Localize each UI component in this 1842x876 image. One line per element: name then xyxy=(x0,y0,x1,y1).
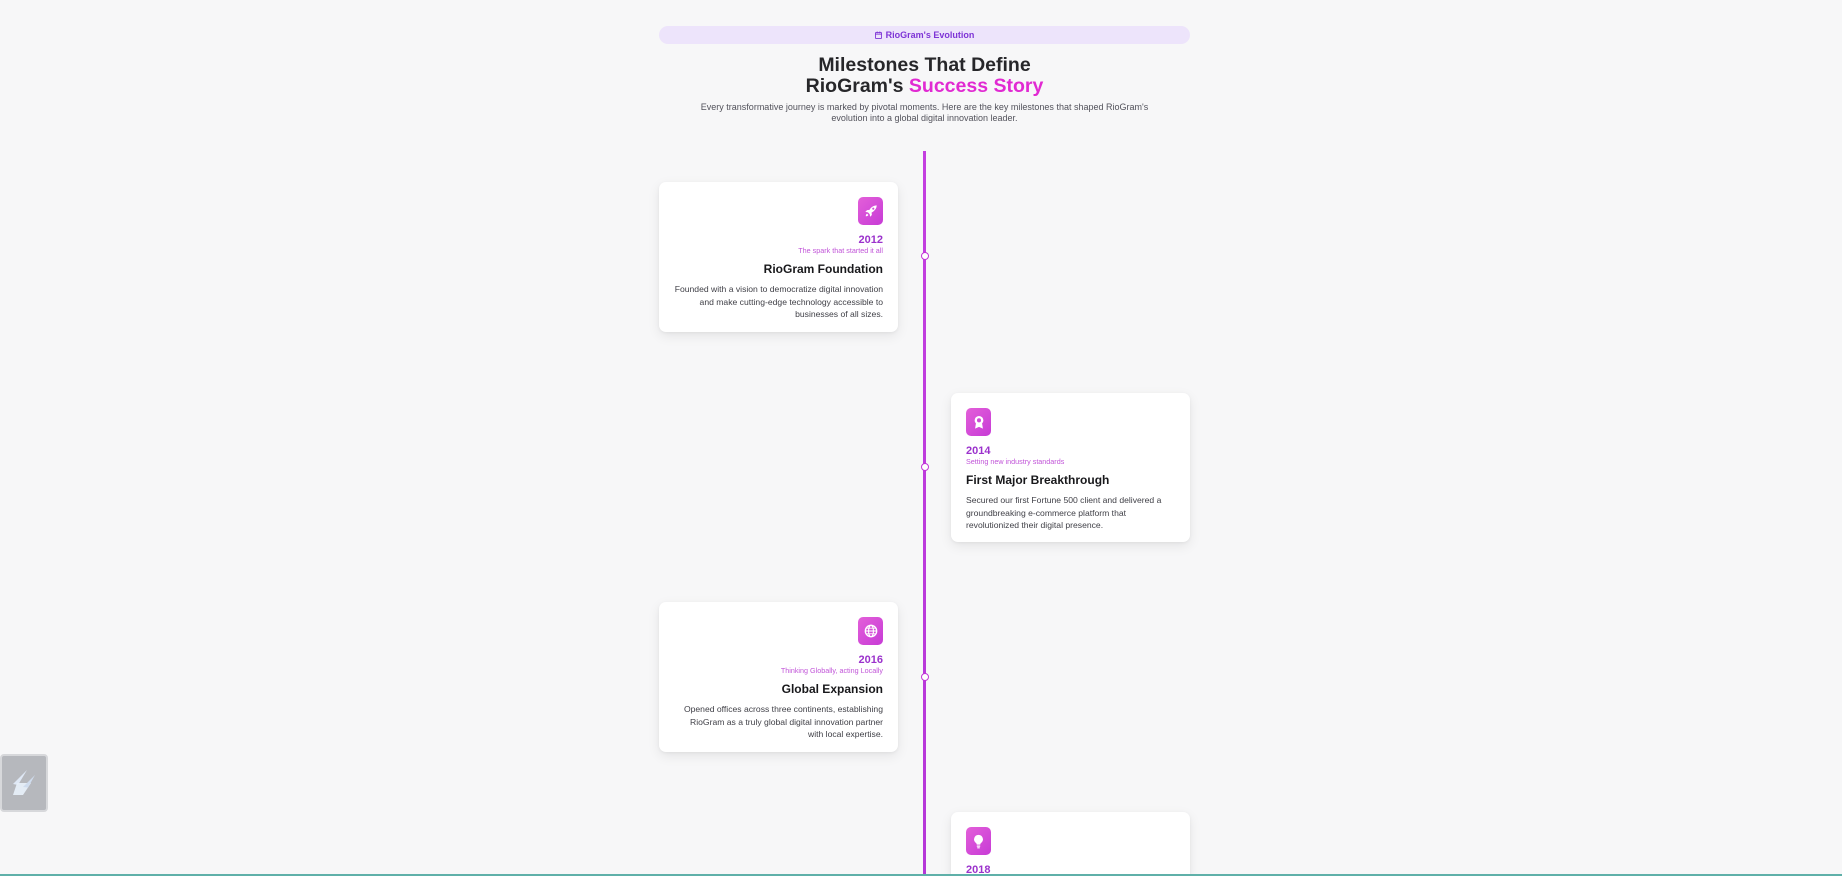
section-badge: RioGram's Evolution xyxy=(659,26,1190,44)
milestone-description: Secured our first Fortune 500 client and… xyxy=(966,495,1162,530)
milestone-tagline: The spark that started it all xyxy=(798,246,883,255)
milestone-description: Founded with a vision to democratize dig… xyxy=(674,284,883,319)
milestone-card: 2012 The spark that started it all RioGr… xyxy=(659,182,898,332)
timeline-dot xyxy=(920,463,929,471)
milestone-year: 2014 xyxy=(966,445,991,457)
milestone-year: 2016 xyxy=(858,654,883,666)
milestone-tagline: Thinking Globally, acting Locally xyxy=(780,666,883,675)
title-line1: Milestones That Define xyxy=(818,54,1031,76)
timeline-dot xyxy=(920,673,929,681)
milestone-card: 2018 xyxy=(951,812,1190,876)
milestone-title: First Major Breakthrough xyxy=(966,473,1110,487)
calendar-icon xyxy=(874,31,882,39)
milestone-title: Global Expansion xyxy=(781,682,883,696)
milestone-icon-box xyxy=(966,408,991,436)
title-line2-prefix: RioGram's xyxy=(805,75,909,97)
page-subtitle: Every transformative journey is marked b… xyxy=(700,102,1149,123)
milestone-card: 2014 Setting new industry standards Firs… xyxy=(951,393,1190,542)
app-logo-icon xyxy=(13,770,35,795)
milestone-tagline: Setting new industry standards xyxy=(966,457,1065,466)
badge-label: RioGram's Evolution xyxy=(885,30,975,40)
milestone-icon-box xyxy=(858,197,883,225)
globe-icon xyxy=(864,624,877,638)
milestone-description: Opened offices across three continents, … xyxy=(683,704,883,739)
milestone-year: 2012 xyxy=(858,234,883,246)
milestone-card: 2016 Thinking Globally, acting Locally G… xyxy=(659,602,898,752)
milestone-icon-box xyxy=(858,617,883,645)
timeline-dot xyxy=(920,252,929,260)
title-accent: Success Story xyxy=(908,75,1044,97)
milestone-title: RioGram Foundation xyxy=(763,262,883,276)
floating-action-button[interactable] xyxy=(0,754,48,812)
rocket-icon xyxy=(864,205,877,217)
lightbulb-icon xyxy=(974,834,983,848)
page-title: Milestones That Define RioGram's Success… xyxy=(659,55,1190,97)
milestone-icon-box xyxy=(966,827,991,855)
award-icon xyxy=(974,415,983,429)
